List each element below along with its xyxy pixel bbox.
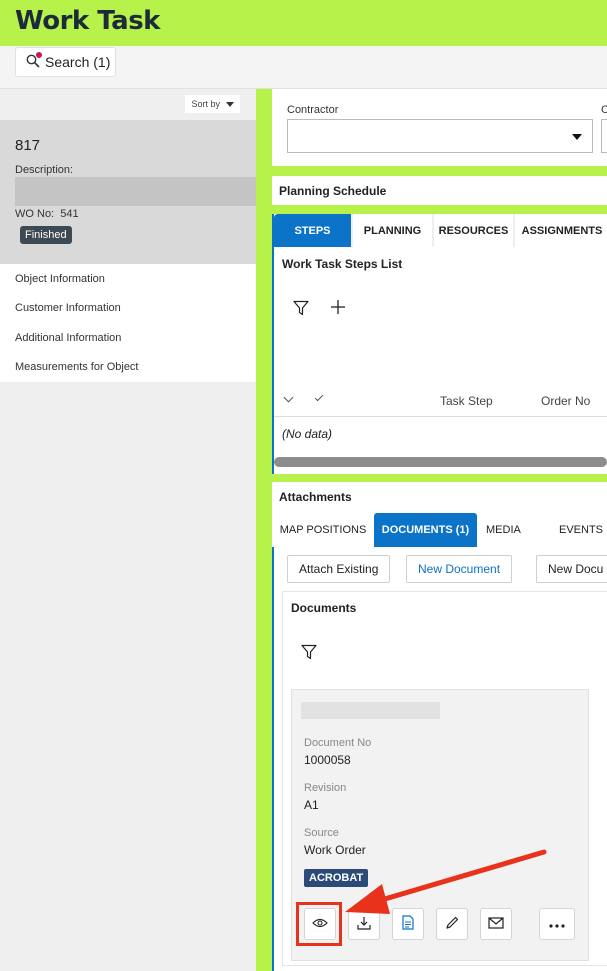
document-file-button[interactable] <box>392 908 424 940</box>
column-order-no[interactable]: Order No <box>541 394 590 408</box>
steps-tabs: STEPS PLANNING RESOURCES ASSIGNMENTS <box>274 214 607 247</box>
wo-value: 541 <box>60 208 79 220</box>
add-icon[interactable] <box>331 298 345 318</box>
table-header: Task Step Order No <box>274 384 607 417</box>
attach-existing-button[interactable]: Attach Existing <box>287 555 391 583</box>
annotation-highlight-box <box>296 902 342 946</box>
select-all-check-icon[interactable] <box>314 392 324 402</box>
contractor-select[interactable] <box>287 119 593 153</box>
revision-value: A1 <box>304 798 319 812</box>
caret-down-icon <box>226 101 234 107</box>
sort-by-dropdown[interactable]: Sort by <box>185 95 240 113</box>
mail-icon <box>488 916 504 932</box>
tab-steps[interactable]: STEPS <box>274 214 353 247</box>
filter-icon[interactable] <box>301 644 317 663</box>
tab-documents[interactable]: DOCUMENTS (1) <box>374 513 477 547</box>
title-bar: Work Task <box>0 0 607 46</box>
planning-schedule-section[interactable]: Planning Schedule <box>272 176 607 205</box>
attachments-tabs: MAP POSITIONS DOCUMENTS (1) MEDIA EVENTS <box>272 513 607 547</box>
contractor-label: Contractor <box>287 104 339 116</box>
next-field-label: C <box>601 104 607 116</box>
page-title: Work Task <box>15 6 160 36</box>
steps-list-title: Work Task Steps List <box>282 257 403 271</box>
notification-dot <box>36 52 42 58</box>
tab-assignments[interactable]: ASSIGNMENTS <box>515 214 607 247</box>
download-button[interactable] <box>348 908 380 940</box>
filter-icon[interactable] <box>293 300 309 319</box>
attachments-card: Attachments MAP POSITIONS DOCUMENTS (1) … <box>272 482 607 971</box>
steps-card: STEPS PLANNING RESOURCES ASSIGNMENTS Wor… <box>272 214 607 474</box>
nav-item-additional-information[interactable]: Additional Information <box>0 323 256 353</box>
tab-resources[interactable]: RESOURCES <box>434 214 515 247</box>
search-icon <box>26 52 42 70</box>
sort-by-label: Sort by <box>191 99 220 109</box>
section-nav: Object Information Customer Information … <box>0 264 256 382</box>
tab-media[interactable]: MEDIA <box>477 513 555 547</box>
toolbar: Search (1) <box>0 46 607 89</box>
format-badge: ACROBAT <box>304 869 369 887</box>
documents-title: Documents <box>291 601 357 615</box>
horizontal-scrollbar[interactable] <box>274 457 607 467</box>
left-panel: Sort by 817 Description: WO No: 541 Fini… <box>0 89 256 971</box>
description-label: Description: <box>15 164 74 176</box>
search-label: Search (1) <box>45 54 111 70</box>
wo-number: WO No: 541 <box>15 208 79 220</box>
more-actions-button[interactable] <box>539 908 575 940</box>
wo-label: WO No: <box>15 208 55 220</box>
email-button[interactable] <box>480 908 512 940</box>
new-document-alt-button[interactable]: New Docu <box>536 555 607 583</box>
record-card[interactable]: 817 Description: WO No: 541 Finished <box>0 120 256 264</box>
source-label: Source <box>304 827 339 839</box>
redacted-description <box>15 177 256 206</box>
tab-map-positions[interactable]: MAP POSITIONS <box>272 513 374 547</box>
nav-item-customer-information[interactable]: Customer Information <box>0 294 256 324</box>
attachments-title: Attachments <box>279 490 352 504</box>
tab-planning[interactable]: PLANNING <box>353 214 434 247</box>
record-number: 817 <box>15 137 41 154</box>
expand-all-chevron-icon[interactable] <box>283 392 294 403</box>
download-icon <box>357 916 371 933</box>
doc-no-value: 1000058 <box>304 753 351 767</box>
edit-button[interactable] <box>436 908 468 940</box>
right-panel: Contractor C Planning Schedule STEPS PLA… <box>256 89 607 971</box>
document-icon <box>402 915 414 933</box>
new-document-button[interactable]: New Document <box>406 555 513 583</box>
next-field-input[interactable] <box>601 119 607 153</box>
pencil-icon <box>445 916 459 933</box>
revision-label: Revision <box>304 782 347 794</box>
redacted-document-title <box>301 702 440 719</box>
status-badge: Finished <box>20 226 72 244</box>
column-task-step[interactable]: Task Step <box>440 394 493 408</box>
doc-no-label: Document No <box>304 737 372 749</box>
nav-item-measurements-for-object[interactable]: Measurements for Object <box>0 353 256 383</box>
caret-down-icon <box>572 134 582 140</box>
tab-events[interactable]: EVENTS <box>555 513 607 547</box>
contractor-card: Contractor C <box>272 89 607 166</box>
search-button[interactable]: Search (1) <box>15 47 116 77</box>
source-value: Work Order <box>304 843 366 857</box>
empty-state: (No data) <box>282 427 333 441</box>
more-icon <box>549 917 565 931</box>
nav-item-object-information[interactable]: Object Information <box>0 264 256 294</box>
planning-schedule-title: Planning Schedule <box>279 183 387 198</box>
